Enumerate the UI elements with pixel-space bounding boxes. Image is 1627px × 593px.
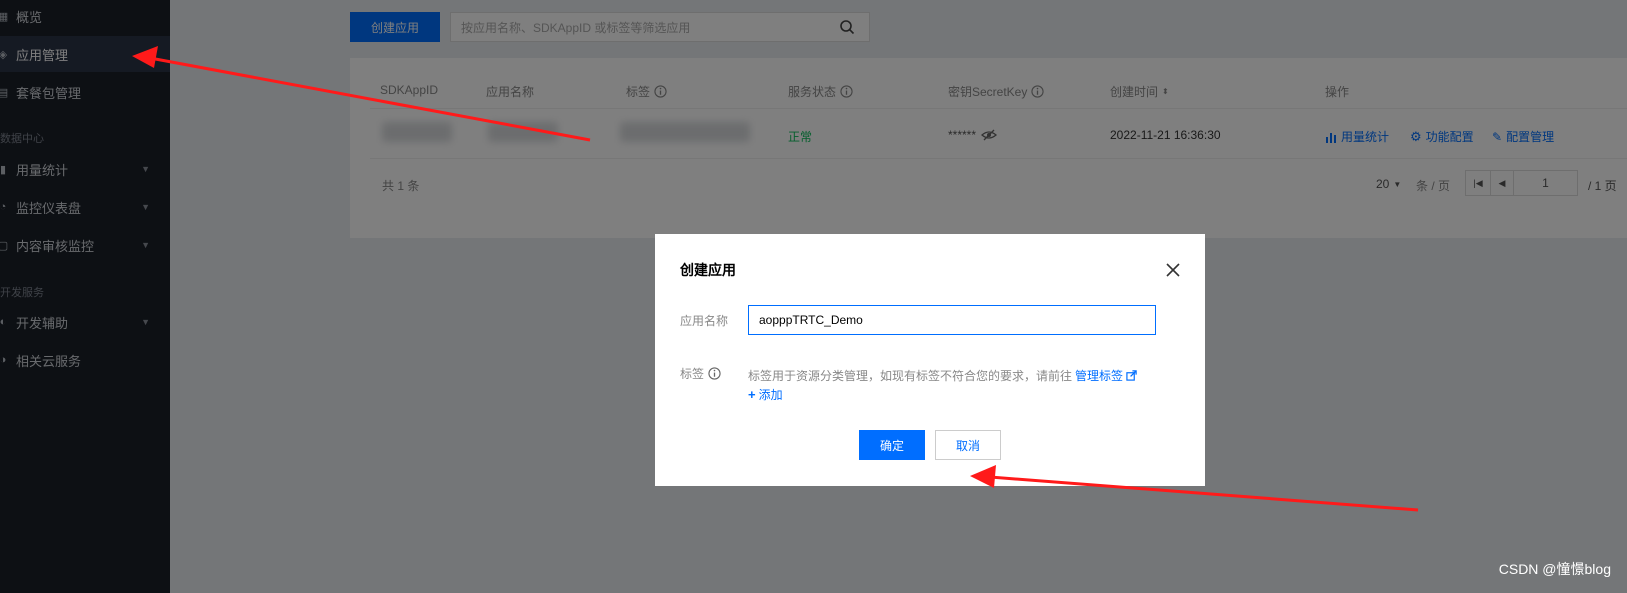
create-app-dialog: 创建应用 应用名称 标签 标签用于资源分类管理，如现有标签不符合您的要求，请前往…: [655, 234, 1205, 486]
add-tag-label: 添加: [758, 388, 783, 402]
manage-tags-link[interactable]: 管理标签: [1075, 367, 1123, 384]
tag-description-text: 标签用于资源分类管理，如现有标签不符合您的要求，请前往: [748, 369, 1073, 383]
tag-description: 标签用于资源分类管理，如现有标签不符合您的要求，请前往 管理标签: [748, 367, 1137, 384]
info-icon: [708, 367, 721, 380]
add-tag-button[interactable]: + 添加: [748, 386, 783, 403]
watermark: CSDN @憧憬blog: [1498, 561, 1611, 577]
tag-label: 标签: [680, 367, 705, 381]
cancel-button[interactable]: 取消: [935, 430, 1001, 460]
app-name-label: 应用名称: [680, 314, 729, 328]
confirm-button[interactable]: 确定: [859, 430, 925, 460]
plus-icon: +: [748, 387, 756, 402]
tag-label-group: 标签: [680, 365, 721, 382]
dialog-title: 创建应用: [680, 262, 736, 278]
app-name-input[interactable]: [748, 305, 1156, 335]
close-icon[interactable]: [1165, 262, 1181, 278]
external-link-icon[interactable]: [1126, 370, 1137, 381]
